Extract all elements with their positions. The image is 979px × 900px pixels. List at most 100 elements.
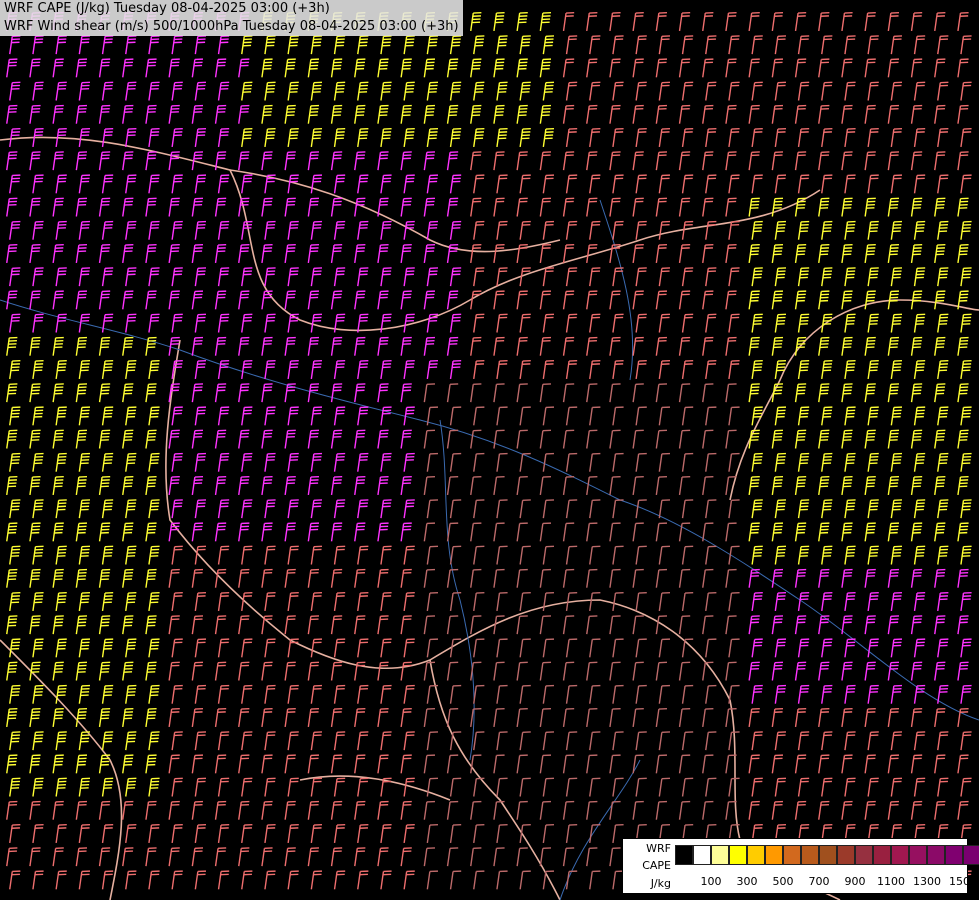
wind-barb (496, 81, 508, 101)
wind-barb (52, 336, 64, 356)
wind-barb (310, 870, 323, 890)
wind-barb (844, 128, 856, 148)
wind-barb (539, 336, 552, 356)
wind-barb (98, 336, 111, 356)
wind-barb (751, 81, 763, 101)
wind-barb (423, 522, 436, 542)
wind-barb (122, 58, 134, 78)
wind-barb (678, 800, 691, 820)
wind-barb (794, 383, 807, 403)
wind-barb (565, 824, 578, 844)
wind-barb (9, 220, 21, 240)
wind-barb (55, 220, 67, 240)
wind-barb (75, 290, 88, 310)
wind-barb (32, 267, 44, 287)
wind-barb (287, 81, 299, 101)
wind-barb (264, 499, 276, 519)
wind-barb (910, 104, 923, 124)
wind-barb (310, 731, 323, 751)
wind-barb (191, 754, 204, 774)
wind-barb (426, 128, 439, 148)
wind-barb (449, 638, 462, 658)
wind-barb (934, 476, 946, 496)
wind-barb (565, 174, 578, 194)
wind-barb (681, 174, 694, 194)
wind-barb (635, 406, 647, 426)
wind-barb (937, 313, 949, 333)
wind-barb (75, 847, 88, 867)
wind-barb (496, 731, 508, 751)
wind-barb (635, 592, 647, 612)
wind-barb (310, 35, 323, 55)
wind-barb (589, 313, 601, 333)
wind-barb (400, 847, 412, 867)
wind-barb (238, 708, 250, 728)
wind-barb (702, 476, 714, 496)
wind-barb (821, 452, 833, 472)
wind-barb (403, 731, 415, 751)
wind-barb (357, 35, 369, 55)
wind-barb (562, 522, 575, 542)
wind-barb (841, 197, 853, 217)
wind-barb (354, 754, 366, 774)
wind-barb (678, 244, 691, 264)
wind-barb (75, 522, 88, 542)
wind-barb (632, 197, 644, 217)
wind-barb (75, 244, 88, 264)
wind-barb (841, 104, 853, 124)
wind-barb (380, 592, 392, 612)
wind-barb (29, 429, 41, 449)
wind-barb (168, 847, 180, 867)
wind-barb (470, 522, 482, 542)
wind-barb (797, 220, 810, 240)
wind-barb (864, 244, 876, 264)
wind-barb (655, 58, 668, 78)
wind-barb (728, 406, 740, 426)
wind-barb (519, 81, 531, 101)
wind-barb (612, 220, 624, 240)
wind-barb (821, 220, 833, 240)
wind-barb (913, 777, 926, 797)
wind-barb (310, 777, 323, 797)
wind-barb (774, 267, 787, 287)
wind-barb (52, 244, 64, 264)
wind-barb (473, 545, 485, 565)
wind-barb (377, 290, 389, 310)
wind-barb (794, 336, 807, 356)
wind-barb (148, 452, 160, 472)
wind-barb (751, 174, 763, 194)
wind-barb (423, 383, 436, 403)
wind-barb (632, 522, 644, 542)
wind-barb (473, 360, 485, 380)
wind-barb (728, 592, 740, 612)
wind-barb (78, 406, 91, 426)
wind-barb (241, 35, 253, 55)
wind-barb (98, 58, 111, 78)
wind-barb (241, 870, 253, 890)
wind-barb (890, 499, 903, 519)
wind-barb (934, 244, 946, 264)
wind-barb (217, 684, 230, 704)
wind-barb (542, 777, 555, 797)
wind-barb (29, 800, 41, 820)
border-line (229, 169, 561, 253)
wind-barb (307, 476, 320, 496)
wind-barb (470, 104, 482, 124)
wind-barb (960, 777, 972, 797)
wind-barb (333, 81, 346, 101)
wind-barb (214, 615, 227, 635)
wind-barb (287, 777, 299, 797)
wind-barb (589, 35, 601, 55)
wind-barb (771, 522, 784, 542)
wind-barb (194, 35, 207, 55)
wind-barb (191, 661, 204, 681)
wind-barb (426, 499, 439, 519)
wind-barb (794, 754, 807, 774)
wind-barb (496, 360, 508, 380)
wind-barb (217, 220, 230, 240)
wind-barb (539, 568, 552, 588)
wind-barb (403, 452, 415, 472)
wind-barb (702, 429, 714, 449)
wind-barb (632, 708, 644, 728)
wind-barb (612, 406, 624, 426)
